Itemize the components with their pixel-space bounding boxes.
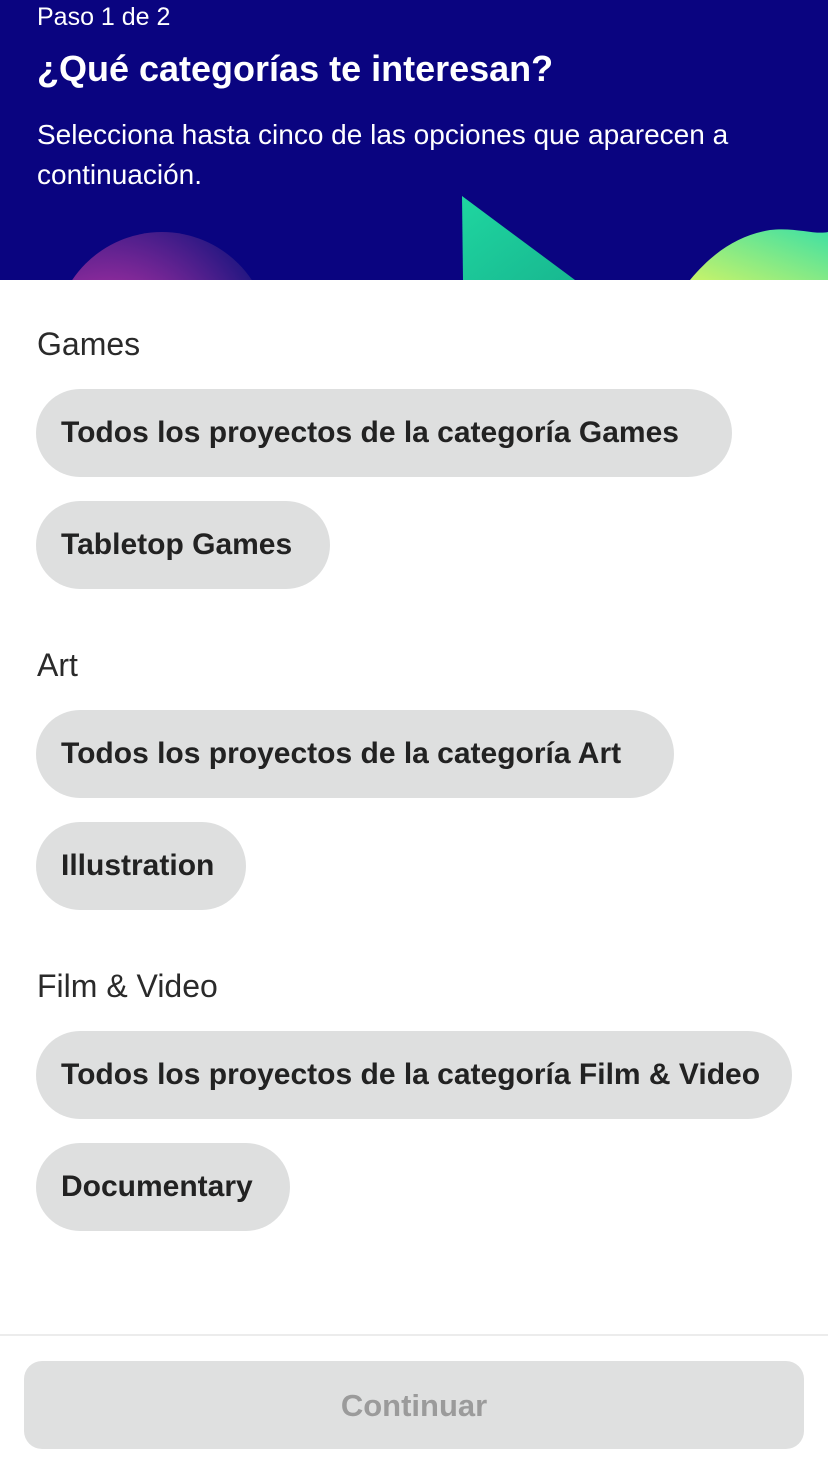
option-tabletop-games[interactable]: Tabletop Games [36, 501, 330, 589]
sphere-shape [72, 232, 252, 280]
category-list: Games Todos los proyectos de la categorí… [0, 280, 828, 1334]
decorative-shapes [72, 196, 828, 280]
header-banner: Paso 1 de 2 ¿Qué categorías te interesan… [0, 0, 828, 280]
option-documentary[interactable]: Documentary [36, 1143, 290, 1231]
step-indicator: Paso 1 de 2 [37, 3, 171, 31]
option-illustration[interactable]: Illustration [36, 822, 246, 910]
continue-button[interactable]: Continuar [24, 1361, 804, 1449]
option-all-art[interactable]: Todos los proyectos de la categoría Art [36, 710, 674, 798]
footer-bar: Continuar [0, 1334, 828, 1474]
section-title-games: Games [37, 326, 141, 362]
wave-shape [690, 229, 828, 280]
option-all-film-video[interactable]: Todos los proyectos de la categoría Film… [36, 1031, 792, 1119]
page-subtitle: Selecciona hasta cinco de las opciones q… [37, 119, 729, 190]
triangle-shape [462, 196, 575, 280]
section-title-art: Art [37, 647, 78, 683]
page-title: ¿Qué categorías te interesan? [37, 48, 554, 89]
option-all-games[interactable]: Todos los proyectos de la categoría Game… [36, 389, 732, 477]
section-title-film-video: Film & Video [37, 968, 218, 1004]
